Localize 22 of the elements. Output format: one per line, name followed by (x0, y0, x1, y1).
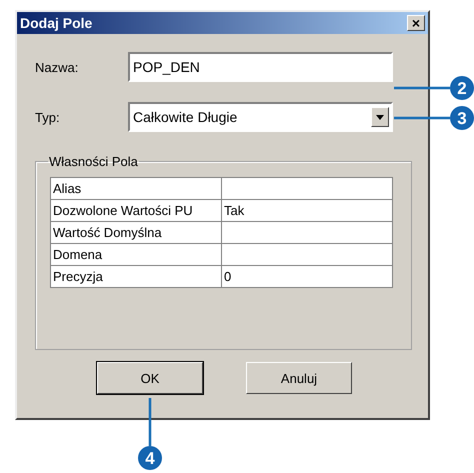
leader-line (148, 398, 152, 446)
property-value: 0 (222, 266, 392, 288)
window-title: Dodaj Pole (20, 15, 92, 31)
name-input-field[interactable]: POP_DEN (128, 52, 393, 82)
property-value: Tak (222, 200, 392, 222)
leader-line (394, 86, 450, 90)
field-label: Typ: (35, 110, 61, 124)
leader-line (394, 116, 450, 120)
property-name: Wartość Domyślna (50, 222, 222, 244)
type-dropdown[interactable]: Całkowite Długie (128, 102, 393, 132)
field-label: Nazwa: (35, 60, 80, 74)
property-name: Alias (50, 178, 222, 200)
property-name: Precyzja (50, 266, 222, 288)
group-title: Własności Pola (48, 154, 139, 169)
property-name: Domena (50, 244, 222, 266)
close-button[interactable]: × (407, 15, 425, 31)
callout-badge: 2 (450, 76, 474, 100)
callout-badge: 3 (450, 106, 474, 130)
callout-badge: 4 (138, 446, 162, 470)
cancel-button[interactable]: Anuluj (246, 362, 352, 394)
property-name: Dozwolone Wartości PU (50, 200, 222, 222)
ok-button[interactable]: OK (97, 362, 203, 394)
